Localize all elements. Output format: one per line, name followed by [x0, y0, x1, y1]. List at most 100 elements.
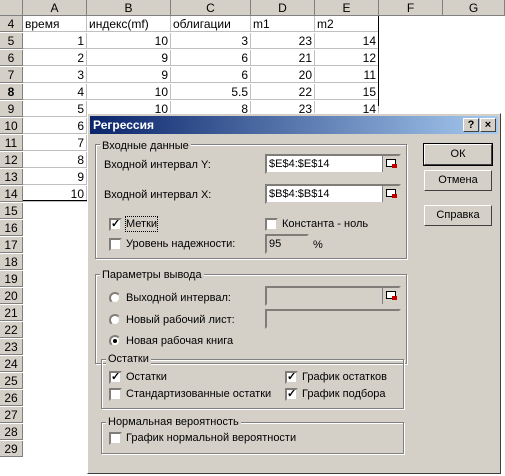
- new-sheet-label[interactable]: Новый рабочий лист:: [126, 313, 235, 327]
- cell-header-m2[interactable]: m2: [315, 16, 379, 32]
- row-header[interactable]: 10: [0, 118, 23, 134]
- column-header-g[interactable]: G: [443, 0, 505, 16]
- data-cell[interactable]: 14: [315, 33, 379, 49]
- data-cell[interactable]: 3: [171, 33, 251, 49]
- data-cell[interactable]: 5: [23, 101, 87, 117]
- column-header-d[interactable]: D: [251, 0, 315, 16]
- data-cell[interactable]: 6: [23, 118, 87, 134]
- std-residuals-label[interactable]: Стандартизованные остатки: [126, 387, 271, 401]
- help-icon[interactable]: ?: [463, 118, 479, 132]
- row-header[interactable]: 4: [0, 16, 23, 32]
- data-cell[interactable]: 1: [23, 33, 87, 49]
- new-book-radio[interactable]: [109, 335, 121, 347]
- row-header[interactable]: 22: [0, 322, 23, 338]
- line-fit-label[interactable]: График подбора: [302, 387, 386, 401]
- data-cell[interactable]: 7: [23, 135, 87, 151]
- data-cell[interactable]: 12: [315, 50, 379, 66]
- row-header[interactable]: 15: [0, 203, 23, 219]
- row-header[interactable]: 11: [0, 135, 23, 151]
- row-header[interactable]: 25: [0, 373, 23, 389]
- row-header[interactable]: 23: [0, 339, 23, 355]
- residual-plots-checkbox[interactable]: ✓: [285, 371, 298, 384]
- row-header[interactable]: 24: [0, 356, 23, 372]
- data-cell[interactable]: 15: [315, 84, 379, 100]
- row-header[interactable]: 12: [0, 152, 23, 168]
- new-sheet-input[interactable]: [265, 309, 401, 329]
- help-button[interactable]: Справка: [424, 205, 492, 226]
- row-header[interactable]: 28: [0, 424, 23, 440]
- ok-button[interactable]: ОК: [423, 143, 493, 166]
- output-range-input[interactable]: [265, 286, 401, 306]
- y-range-collapse-icon[interactable]: [382, 156, 399, 172]
- data-cell[interactable]: 5.5: [171, 84, 251, 100]
- cell-header-m1[interactable]: m1: [251, 16, 315, 32]
- row-header[interactable]: 7: [0, 67, 23, 83]
- row-header[interactable]: 29: [0, 441, 23, 457]
- row-header[interactable]: 19: [0, 271, 23, 287]
- column-header-f[interactable]: F: [379, 0, 443, 16]
- row-header[interactable]: 16: [0, 220, 23, 236]
- cell-header-index[interactable]: индекс(mf): [87, 16, 171, 32]
- cell-header-bonds[interactable]: облигации: [171, 16, 251, 32]
- data-cell[interactable]: 11: [315, 67, 379, 83]
- output-range-collapse-icon[interactable]: [382, 288, 399, 304]
- labels-checkbox[interactable]: ✓: [109, 218, 122, 231]
- y-range-input[interactable]: $E$4:$E$14: [265, 154, 401, 174]
- row-header[interactable]: 5: [0, 33, 23, 49]
- confidence-checkbox[interactable]: [109, 238, 122, 251]
- data-cell[interactable]: 10: [87, 33, 171, 49]
- data-cell[interactable]: 6: [171, 67, 251, 83]
- row-header[interactable]: 27: [0, 407, 23, 423]
- data-cell[interactable]: 22: [251, 84, 315, 100]
- data-cell[interactable]: 9: [87, 67, 171, 83]
- data-cell[interactable]: 6: [171, 50, 251, 66]
- row-header[interactable]: 18: [0, 254, 23, 270]
- cell-header-time[interactable]: время: [23, 16, 87, 32]
- row-header[interactable]: 13: [0, 169, 23, 185]
- column-header-e[interactable]: E: [315, 0, 379, 16]
- row-header[interactable]: 26: [0, 390, 23, 406]
- column-header-c[interactable]: C: [171, 0, 251, 16]
- data-cell[interactable]: 9: [23, 169, 87, 185]
- data-cell[interactable]: 9: [87, 50, 171, 66]
- confidence-input[interactable]: 95: [265, 234, 309, 254]
- row-header[interactable]: 17: [0, 237, 23, 253]
- close-icon[interactable]: ×: [480, 118, 496, 132]
- row-header[interactable]: 14: [0, 186, 23, 202]
- residuals-label[interactable]: Остатки: [126, 370, 167, 384]
- residuals-checkbox[interactable]: ✓: [109, 371, 122, 384]
- constant-zero-checkbox[interactable]: [265, 218, 278, 231]
- column-header-a[interactable]: A: [23, 0, 87, 16]
- new-book-label[interactable]: Новая рабочая книга: [126, 334, 233, 348]
- row-header[interactable]: 6: [0, 50, 23, 66]
- normal-plot-checkbox[interactable]: [109, 432, 122, 445]
- confidence-label[interactable]: Уровень надежности:: [126, 237, 235, 251]
- labels-label[interactable]: Метки: [124, 216, 159, 232]
- new-sheet-radio[interactable]: [109, 314, 121, 326]
- dialog-titlebar[interactable]: Регрессия ? ×: [90, 116, 498, 134]
- row-header[interactable]: 21: [0, 305, 23, 321]
- column-header-b[interactable]: B: [87, 0, 171, 16]
- data-cell[interactable]: 10: [87, 84, 171, 100]
- data-cell[interactable]: 4: [23, 84, 87, 100]
- normal-plot-label[interactable]: График нормальной вероятности: [126, 431, 296, 445]
- output-range-label[interactable]: Выходной интервал:: [126, 291, 231, 305]
- corner-cell[interactable]: [0, 0, 23, 16]
- cancel-button[interactable]: Отмена: [424, 170, 492, 191]
- data-cell[interactable]: 23: [251, 33, 315, 49]
- data-cell[interactable]: 20: [251, 67, 315, 83]
- data-cell[interactable]: 8: [23, 152, 87, 168]
- constant-zero-label[interactable]: Константа - ноль: [282, 217, 368, 231]
- data-cell[interactable]: 2: [23, 50, 87, 66]
- data-cell[interactable]: 21: [251, 50, 315, 66]
- row-header[interactable]: 8: [0, 84, 23, 100]
- std-residuals-checkbox[interactable]: [109, 388, 122, 401]
- line-fit-checkbox[interactable]: ✓: [285, 388, 298, 401]
- x-range-collapse-icon[interactable]: [382, 186, 399, 202]
- row-header[interactable]: 20: [0, 288, 23, 304]
- output-range-radio[interactable]: [109, 292, 121, 304]
- residual-plots-label[interactable]: График остатков: [302, 370, 387, 384]
- x-range-input[interactable]: $B$4:$B$14: [265, 184, 401, 204]
- row-header[interactable]: 9: [0, 101, 23, 117]
- data-cell[interactable]: 3: [23, 67, 87, 83]
